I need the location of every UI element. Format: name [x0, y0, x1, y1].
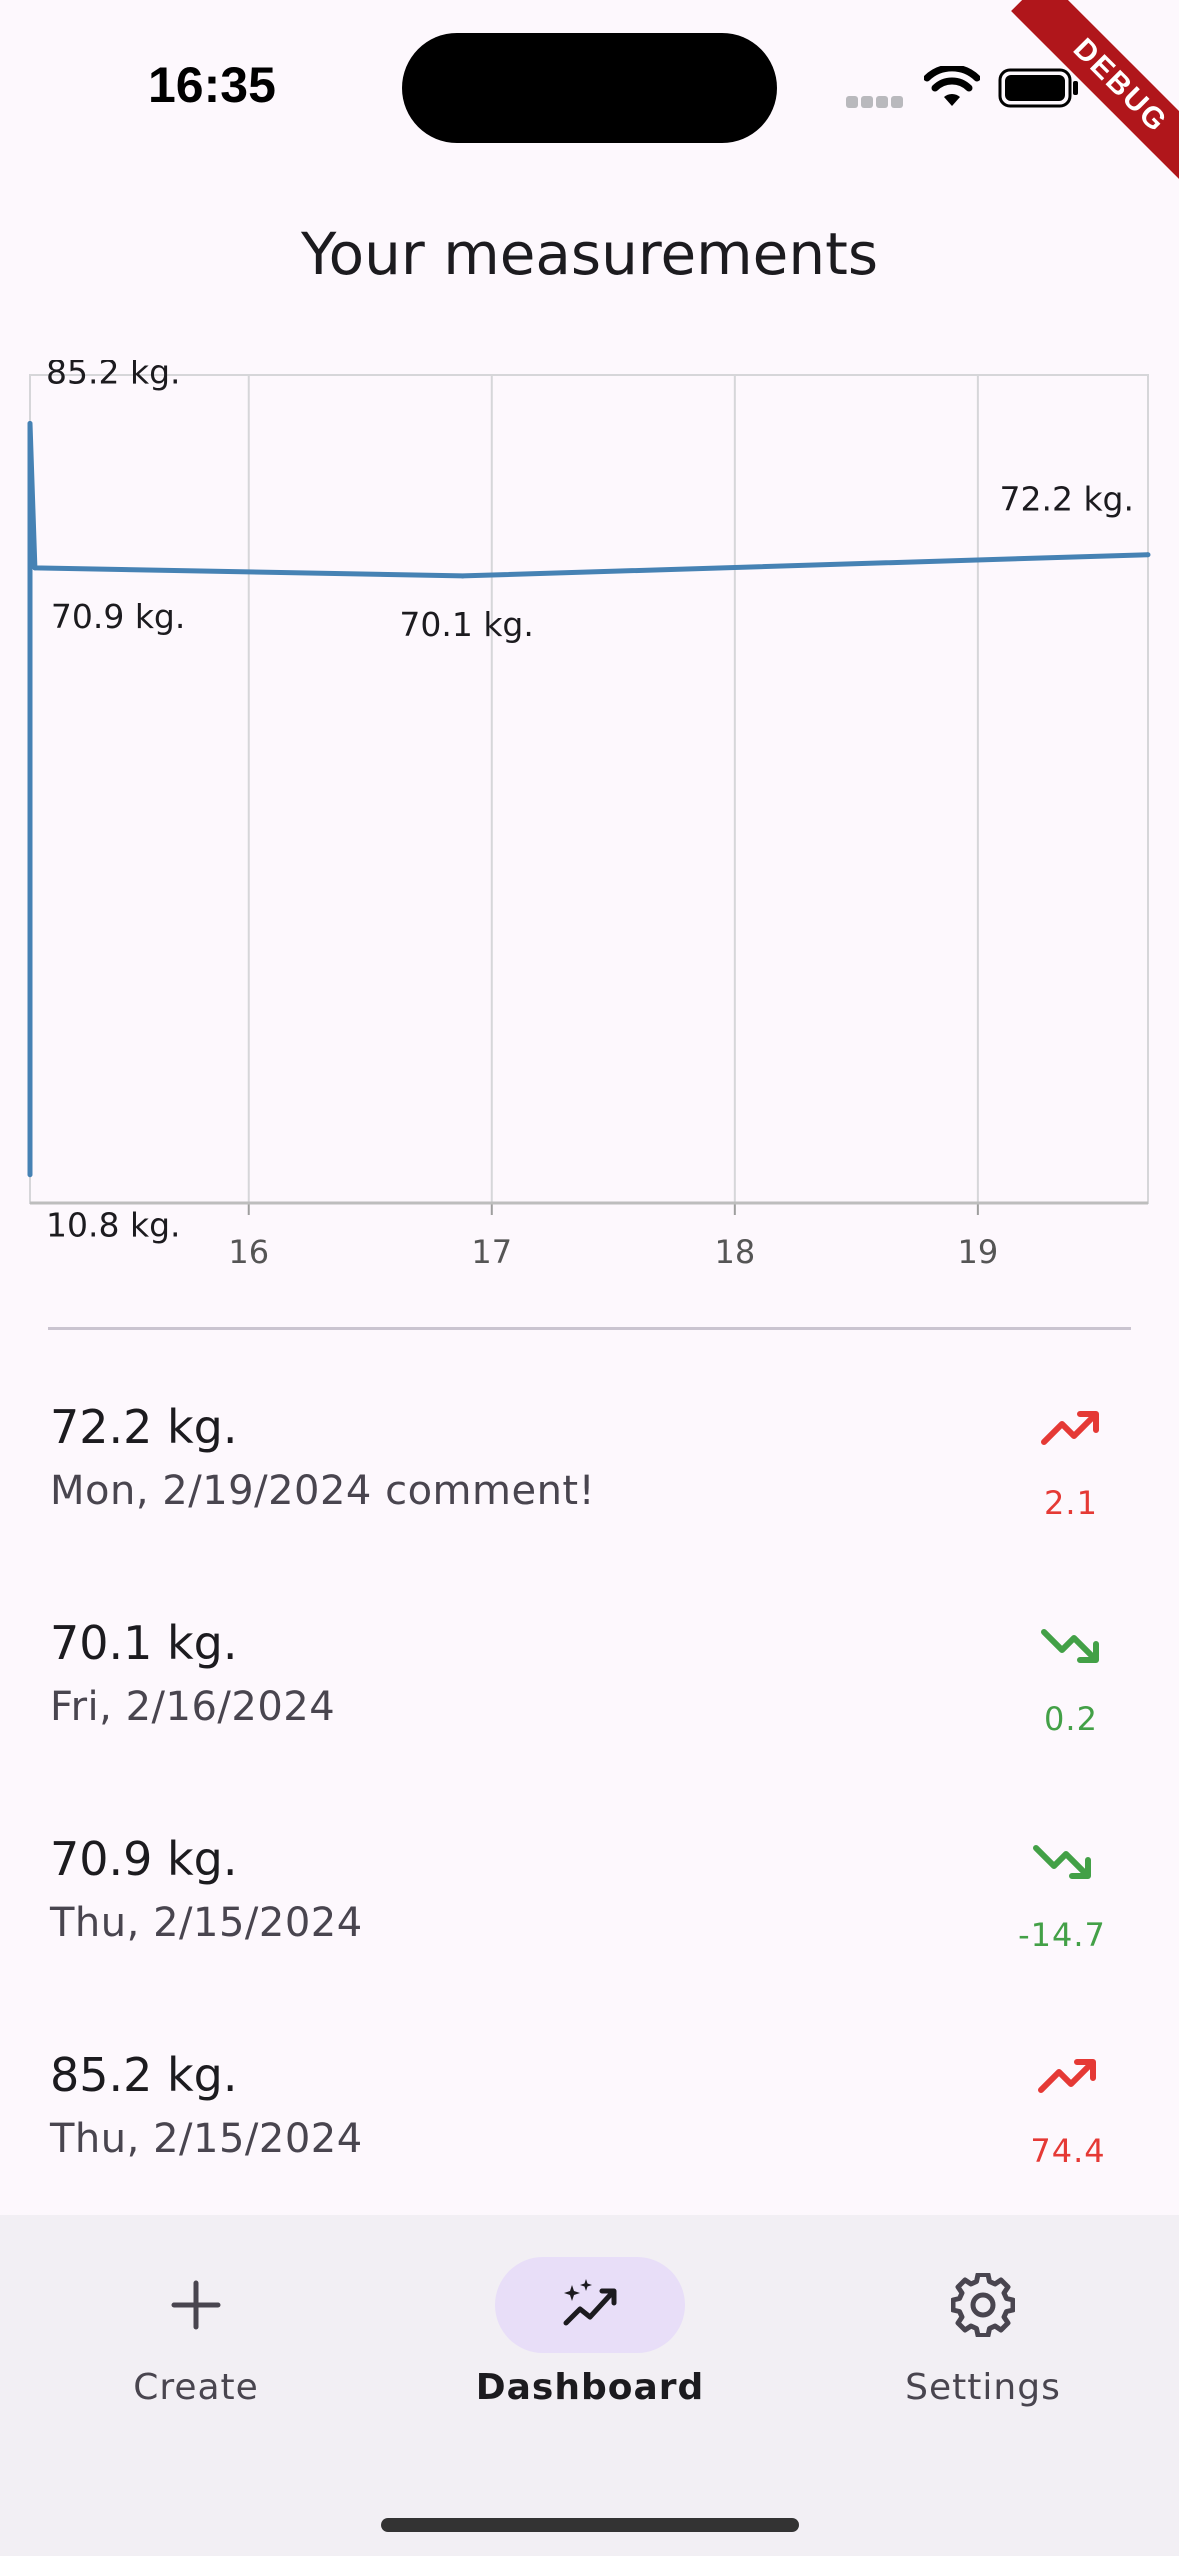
measurement-value: 70.9 kg.: [50, 1832, 238, 1886]
measurement-date: Thu, 2/15/2024: [50, 2116, 363, 2162]
measurement-value: 85.2 kg.: [50, 2048, 238, 2102]
trending-up-icon: [1041, 1411, 1099, 1445]
x-tick-label: 19: [958, 1233, 999, 1271]
measurement-value: 72.2 kg.: [50, 1400, 238, 1454]
chart-plot-area: [29, 374, 1149, 1204]
x-tick-label: 18: [714, 1233, 755, 1271]
list-item[interactable]: 72.2 kg. Mon, 2/19/2024 comment! 2.1: [0, 1400, 1179, 1616]
measurement-date: Thu, 2/15/2024: [50, 1900, 363, 1946]
nav-item-settings[interactable]: Settings: [833, 2215, 1133, 2415]
chart-data-point: [32, 565, 38, 571]
nav-label-dashboard: Dashboard: [475, 2367, 705, 2408]
x-tick-label: 17: [471, 1233, 512, 1271]
list-item[interactable]: 70.1 kg. Fri, 2/16/2024 0.2: [0, 1616, 1179, 1832]
measurement-date: Mon, 2/19/2024 comment!: [50, 1468, 596, 1514]
sparkle-chart-icon: [563, 2279, 617, 2326]
weight-chart[interactable]: 16 17 18 19 85.2 kg. 70.9 kg. 70.1 kg. 72.2 kg.…: [0, 360, 1179, 1280]
nav-label-create: Create: [133, 2367, 259, 2408]
chart-data-label: 70.9 kg.: [51, 597, 186, 636]
battery-icon: [998, 68, 1078, 108]
gear-icon: [951, 2273, 1015, 2337]
list-divider: [48, 1327, 1131, 1330]
nav-label-settings: Settings: [905, 2367, 1061, 2408]
x-tick-label: 16: [228, 1233, 269, 1271]
trend-delta: 0.2: [1044, 1700, 1098, 1738]
chart-data-point: [1145, 552, 1151, 558]
chart-data-point: [27, 1172, 33, 1178]
chart-data-label: 10.8 kg.: [46, 1206, 181, 1245]
bottom-navigation-bar: Create Dashboard Settings: [0, 2215, 1179, 2556]
trend-delta: 74.4: [1030, 2132, 1106, 2170]
chart-data-point: [460, 573, 466, 579]
plus-icon: [171, 2280, 221, 2330]
measurement-value: 70.1 kg.: [50, 1616, 238, 1670]
list-item[interactable]: 70.9 kg. Thu, 2/15/2024 -14.7: [0, 1832, 1179, 2048]
trend-delta: -14.7: [1018, 1916, 1106, 1954]
cellular-signal-icon: [846, 96, 904, 108]
status-time: 16:35: [148, 57, 276, 113]
chart-data-label: 70.1 kg.: [399, 605, 534, 644]
chart-data-point: [27, 420, 33, 426]
measurement-date: Fri, 2/16/2024: [50, 1684, 336, 1730]
nav-item-dashboard[interactable]: Dashboard: [440, 2215, 740, 2415]
page-title: Your measurements: [300, 220, 879, 288]
chart-data-label: 72.2 kg.: [999, 480, 1134, 519]
wifi-icon: [924, 66, 980, 106]
chart-data-label: 85.2 kg.: [46, 360, 181, 391]
trending-up-icon: [1038, 2059, 1096, 2093]
trending-down-icon: [1033, 1845, 1091, 1879]
chart-series-line: [27, 421, 1149, 1175]
home-indicator: [381, 2518, 799, 2532]
dynamic-island: [402, 33, 777, 143]
trend-delta: 2.1: [1044, 1484, 1098, 1522]
trending-down-icon: [1041, 1629, 1099, 1663]
nav-item-create[interactable]: Create: [46, 2215, 346, 2415]
